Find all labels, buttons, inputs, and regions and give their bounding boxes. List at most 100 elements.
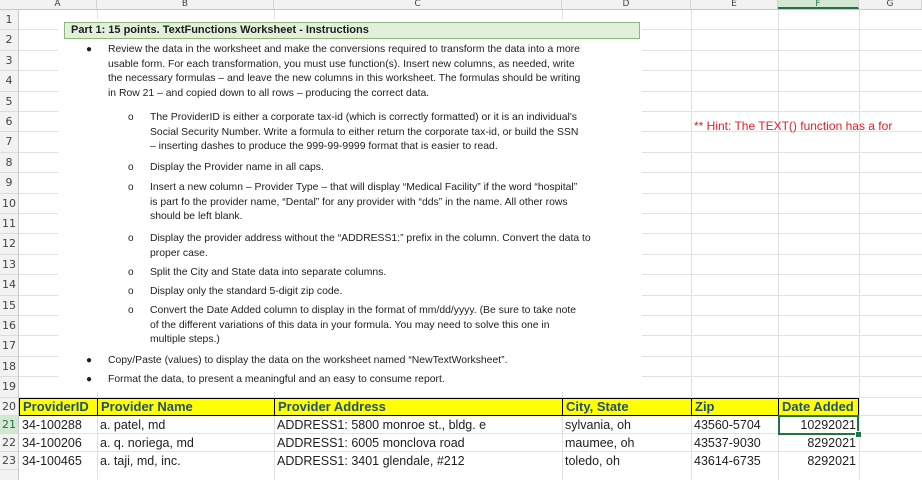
sub-line: The ProviderID is either a corporate tax… — [150, 112, 578, 123]
provider-address-cell[interactable]: ADDRESS1: 6005 monclova road — [274, 434, 562, 452]
sub-bullet-icon: o — [128, 233, 134, 244]
instruction-bullet-review: ● Review the data in the worksheet and m… — [86, 43, 646, 102]
instructions-title: Part 1: 15 points. TextFunctions Workshe… — [64, 22, 640, 39]
column-header-b[interactable]: B — [97, 0, 274, 9]
instruction-bullet-copy-paste: ● Copy/Paste (values) to display the dat… — [86, 354, 646, 369]
instruction-sub-caps: o Display the Provider name in all caps. — [128, 161, 648, 176]
provider-name-cell[interactable]: a. patel, md — [97, 416, 274, 434]
instruction-bullet-format: ● Format the data, to present a meaningf… — [86, 373, 646, 388]
instruction-sub-providerid: o The ProviderID is either a corporate t… — [128, 111, 648, 155]
column-header-f[interactable]: F — [778, 0, 859, 9]
row-header-20[interactable]: 20 — [0, 398, 18, 416]
instruction-sub-address: o Display the provider address without t… — [128, 232, 648, 261]
sub-line: is part fo the provider name, “Dental” f… — [150, 196, 568, 208]
active-cell-selection[interactable] — [778, 415, 859, 435]
provider-id-cell[interactable]: 34-100288 — [19, 416, 97, 434]
bullet-line: in Row 21 – and copied down to all rows … — [108, 88, 430, 100]
instruction-sub-provider-type: o Insert a new column – Provider Type – … — [128, 181, 648, 225]
row-header-11[interactable]: 11 — [0, 214, 18, 235]
column-header-g[interactable]: G — [859, 0, 922, 9]
row-header-1[interactable]: 1 — [0, 10, 18, 31]
sub-line: of the different variations of this data… — [150, 319, 550, 331]
sub-line: Insert a new column – Provider Type – th… — [150, 182, 578, 193]
column-header-d[interactable]: D — [562, 0, 691, 9]
sub-bullet-icon: o — [128, 286, 134, 297]
sub-line: proper case. — [150, 247, 208, 259]
sub-bullet-icon: o — [128, 162, 134, 173]
row-header-5[interactable]: 5 — [0, 92, 18, 112]
instruction-sub-zip: o Display only the standard 5-digit zip … — [128, 285, 648, 300]
header-provider-name[interactable]: Provider Name — [97, 398, 275, 416]
row-header-3[interactable]: 3 — [0, 51, 18, 72]
row-header-8[interactable]: 8 — [0, 153, 18, 174]
city-state-cell[interactable]: sylvania, oh — [562, 416, 691, 434]
gridline-vertical — [859, 10, 860, 480]
sub-bullet-icon: o — [128, 305, 134, 316]
sub-line: Social Security Number. Write a formula … — [150, 126, 579, 138]
row-header-16[interactable]: 16 — [0, 316, 18, 337]
sub-line: Display the provider address without the… — [150, 233, 591, 244]
instruction-sub-city-state: o Split the City and State data into sep… — [128, 266, 648, 281]
provider-id-cell[interactable]: 34-100206 — [19, 434, 97, 452]
bullet-line: the necessary formulas – and leave the n… — [108, 73, 581, 85]
bullet-icon: ● — [86, 44, 93, 55]
bullet-line: Copy/Paste (values) to display the data … — [108, 355, 508, 366]
header-zip[interactable]: Zip — [691, 398, 779, 416]
row-header-6[interactable]: 6 — [0, 112, 18, 133]
header-provider-address[interactable]: Provider Address — [274, 398, 563, 416]
row-header-7[interactable]: 7 — [0, 132, 18, 153]
row-header-18[interactable]: 18 — [0, 357, 18, 378]
provider-name-cell[interactable]: a. taji, md, inc. — [97, 452, 274, 470]
column-header-e[interactable]: E — [691, 0, 778, 9]
city-state-cell[interactable]: maumee, oh — [562, 434, 691, 452]
bullet-line: usable form. For each transformation, yo… — [108, 58, 575, 70]
sub-line: should be left blank. — [150, 211, 243, 223]
row-header-15[interactable]: 15 — [0, 296, 18, 316]
bullet-line: Format the data, to present a meaningful… — [108, 374, 445, 385]
instruction-sub-date: o Convert the Date Added column to displ… — [128, 304, 648, 348]
bullet-icon: ● — [86, 355, 93, 366]
row-header-13[interactable]: 13 — [0, 255, 18, 276]
sub-line: Display only the standard 5-digit zip co… — [150, 286, 343, 297]
header-city-state[interactable]: City, State — [562, 398, 692, 416]
row-header-23[interactable]: 23 — [0, 452, 18, 470]
row-header-17[interactable]: 17 — [0, 336, 18, 357]
row-header-19[interactable]: 19 — [0, 377, 18, 398]
row-header-22[interactable]: 22 — [0, 434, 18, 452]
sub-bullet-icon: o — [128, 267, 134, 278]
bullet-line: Review the data in the worksheet and mak… — [108, 44, 580, 55]
bullet-icon: ● — [86, 374, 93, 385]
row-header-9[interactable]: 9 — [0, 173, 18, 194]
provider-name-cell[interactable]: a. q. noriega, md — [97, 434, 274, 452]
provider-id-cell[interactable]: 34-100465 — [19, 452, 97, 470]
header-date-added[interactable]: Date Added — [778, 398, 859, 416]
column-header-a[interactable]: A — [19, 0, 97, 9]
city-state-cell[interactable]: toledo, oh — [562, 452, 691, 470]
sub-line: Split the City and State data into separ… — [150, 267, 387, 278]
hint-text[interactable]: ** Hint: The TEXT() function has a for — [694, 119, 892, 133]
provider-address-cell[interactable]: ADDRESS1: 3401 glendale, #212 — [274, 452, 562, 470]
sub-bullet-icon: o — [128, 182, 134, 193]
sub-line: Convert the Date Added column to display… — [150, 305, 577, 316]
zip-cell[interactable]: 43614-6735 — [691, 452, 778, 470]
sub-line: Display the Provider name in all caps. — [150, 162, 324, 173]
fill-handle[interactable] — [855, 431, 862, 438]
row-header-10[interactable]: 10 — [0, 194, 18, 214]
row-header-4[interactable]: 4 — [0, 71, 18, 92]
column-header-bar: A B C D E F G — [0, 0, 922, 10]
column-header-c[interactable]: C — [274, 0, 562, 9]
sub-bullet-icon: o — [128, 112, 134, 123]
header-provider-id[interactable]: ProviderID — [19, 398, 98, 416]
instructions-textbox[interactable]: Part 1: 15 points. TextFunctions Workshe… — [58, 19, 642, 392]
sub-line: multiple steps.) — [150, 334, 220, 346]
sub-line: – inserting dashes to produce the 999-99… — [150, 141, 498, 153]
provider-address-cell[interactable]: ADDRESS1: 5800 monroe st., bldg. e — [274, 416, 562, 434]
date-added-cell[interactable]: 8292021 — [778, 452, 859, 470]
zip-cell[interactable]: 43560-5704 — [691, 416, 778, 434]
row-header-21[interactable]: 21 — [0, 416, 18, 434]
zip-cell[interactable]: 43537-9030 — [691, 434, 778, 452]
row-header-14[interactable]: 14 — [0, 275, 18, 296]
row-header-2[interactable]: 2 — [0, 30, 18, 51]
date-added-cell[interactable]: 8292021 — [778, 434, 859, 452]
row-header-12[interactable]: 12 — [0, 234, 18, 255]
